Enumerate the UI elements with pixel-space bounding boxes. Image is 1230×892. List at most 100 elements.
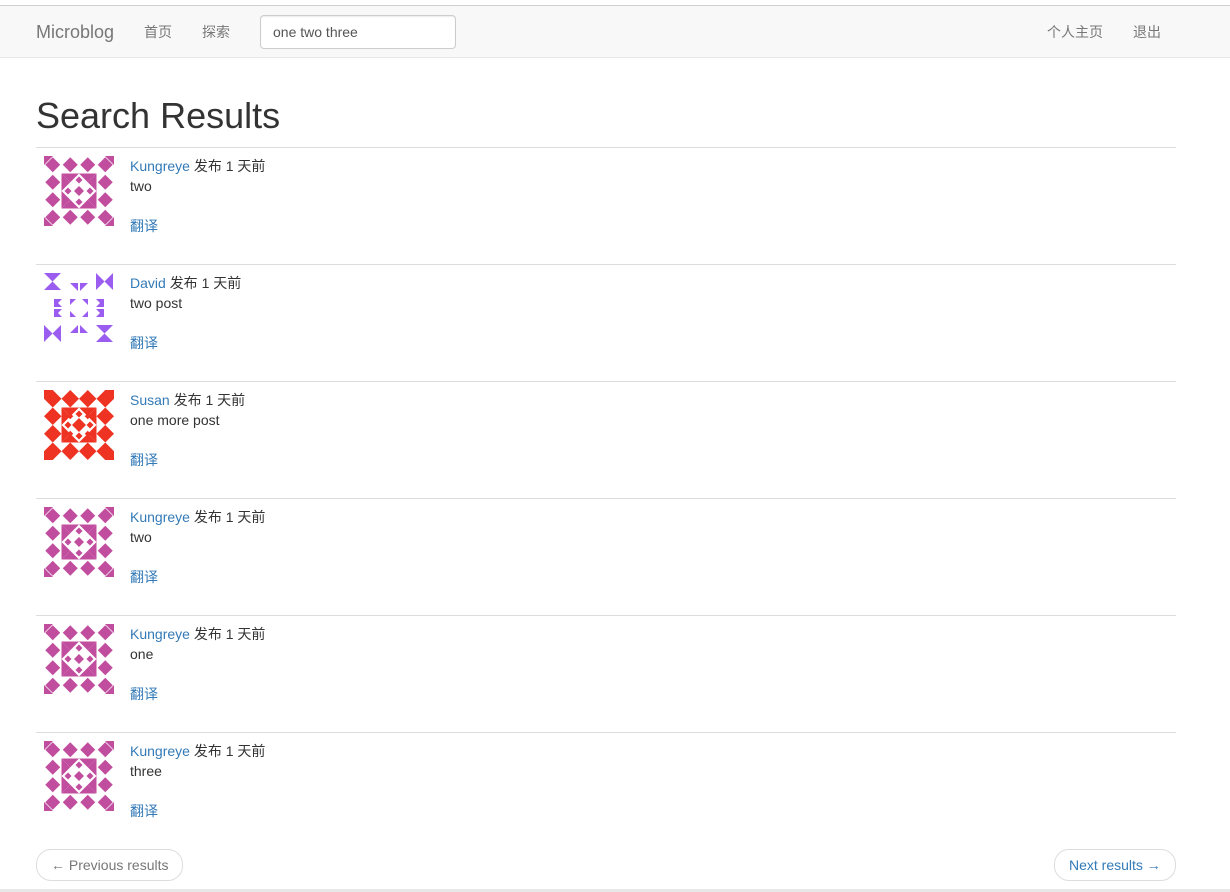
- nav-explore-link[interactable]: 探索: [202, 22, 230, 42]
- post-author-link[interactable]: Kungreye: [130, 743, 190, 759]
- avatar-diamond: [80, 157, 96, 173]
- translate-link[interactable]: 翻译: [130, 684, 158, 704]
- avatar-diamond: [80, 794, 96, 810]
- avatar-diamond: [97, 777, 113, 793]
- avatar-diamond: [97, 525, 113, 541]
- avatar-diamond: [75, 549, 83, 557]
- avatar-diamond: [86, 655, 94, 663]
- avatar-diamond: [44, 407, 62, 425]
- avatar-diamond: [96, 425, 114, 443]
- avatar-diamond: [75, 198, 83, 206]
- post-timestamp: 发布 1 天前: [173, 392, 246, 408]
- avatar-diamond: [62, 742, 78, 758]
- avatar-triangle: [52, 325, 61, 342]
- post-item: Susan 发布 1 天前 one more post 翻译: [36, 381, 1176, 498]
- translate-link[interactable]: 翻译: [130, 333, 158, 353]
- avatar-diamond: [62, 560, 78, 576]
- post-body: two: [130, 178, 152, 194]
- avatar-diamond: [74, 537, 84, 547]
- avatar-diamond: [97, 759, 113, 775]
- avatar-triangle: [80, 325, 88, 333]
- avatar-diamond: [96, 407, 114, 425]
- post-item: Kungreye 发布 1 天前 two 翻译: [36, 147, 1176, 264]
- avatar-diamond: [75, 432, 83, 440]
- avatar-diamond: [75, 644, 83, 652]
- post-author-link[interactable]: Kungreye: [130, 509, 190, 525]
- avatar-diamond: [79, 442, 97, 460]
- search-input[interactable]: [260, 15, 456, 49]
- user-avatar[interactable]: [44, 741, 114, 811]
- post-author-link[interactable]: Kungreye: [130, 158, 190, 174]
- avatar-triangle: [44, 281, 61, 290]
- post-header: Kungreye 发布 1 天前: [130, 507, 265, 527]
- avatar-triangle: [104, 273, 113, 290]
- avatar-diamond: [61, 390, 79, 408]
- avatar-diamond: [97, 642, 113, 658]
- avatar-triangle: [70, 299, 76, 305]
- avatar-diamond: [62, 508, 78, 524]
- user-avatar[interactable]: [44, 624, 114, 694]
- translate-link[interactable]: 翻译: [130, 216, 158, 236]
- avatar-diamond: [74, 186, 84, 196]
- user-avatar[interactable]: [44, 390, 114, 460]
- previous-results-button[interactable]: ← Previous results: [36, 849, 184, 881]
- avatar-diamond: [75, 176, 83, 184]
- post-body: two post: [130, 295, 183, 311]
- post-body: one: [130, 646, 154, 662]
- post-body: one more post: [130, 412, 220, 428]
- avatar-diamond: [62, 794, 78, 810]
- post-body: three: [130, 763, 162, 779]
- avatar-diamond: [79, 390, 97, 408]
- avatar-diamond: [45, 543, 61, 559]
- avatar-triangle: [70, 283, 78, 291]
- avatar-diamond: [75, 527, 83, 535]
- avatar-diamond: [80, 508, 96, 524]
- page-title: Search Results: [36, 95, 281, 136]
- avatar-diamond: [97, 174, 113, 190]
- avatar-triangle: [82, 299, 88, 305]
- post-item: Kungreye 发布 1 天前 one 翻译: [36, 615, 1176, 732]
- avatar-diamond: [86, 772, 94, 780]
- next-results-button[interactable]: Next results →: [1054, 849, 1176, 881]
- translate-link[interactable]: 翻译: [130, 450, 158, 470]
- avatar-diamond: [62, 209, 78, 225]
- translate-link[interactable]: 翻译: [130, 801, 158, 821]
- user-avatar[interactable]: [44, 156, 114, 226]
- post-item: David 发布 1 天前 two post 翻译: [36, 264, 1176, 381]
- brand-link[interactable]: Microblog: [36, 20, 114, 44]
- avatar-diamond: [44, 425, 62, 443]
- avatar-diamond: [64, 421, 72, 429]
- nav-logout-link[interactable]: 退出: [1133, 22, 1161, 42]
- post-author-link[interactable]: Kungreye: [130, 626, 190, 642]
- avatar-triangle: [96, 325, 113, 334]
- avatar-triangle: [96, 273, 105, 290]
- avatar-diamond: [97, 192, 113, 208]
- avatar-diamond: [75, 410, 83, 418]
- avatar-diamond: [80, 560, 96, 576]
- avatar-diamond: [45, 642, 61, 658]
- post-timestamp: 发布 1 天前: [193, 743, 266, 759]
- avatar-triangle: [44, 273, 61, 282]
- translate-link[interactable]: 翻译: [130, 567, 158, 587]
- post-header: Kungreye 发布 1 天前: [130, 741, 265, 761]
- nav-profile-link[interactable]: 个人主页: [1047, 22, 1103, 42]
- avatar-diamond: [80, 209, 96, 225]
- user-avatar[interactable]: [44, 273, 114, 343]
- avatar-diamond: [64, 655, 72, 663]
- avatar-diamond: [97, 660, 113, 676]
- avatar-diamond: [45, 174, 61, 190]
- avatar-triangle: [96, 333, 113, 342]
- avatar-triangle: [70, 311, 76, 317]
- post-author-link[interactable]: David: [130, 275, 166, 291]
- avatar-diamond: [80, 742, 96, 758]
- post-timestamp: 发布 1 天前: [193, 158, 266, 174]
- avatar-diamond: [86, 187, 94, 195]
- avatar-diamond: [45, 759, 61, 775]
- avatar-diamond: [75, 666, 83, 674]
- avatar-diamond: [86, 421, 94, 429]
- avatar-diamond: [62, 677, 78, 693]
- post-author-link[interactable]: Susan: [130, 392, 170, 408]
- avatar-diamond: [97, 543, 113, 559]
- nav-home-link[interactable]: 首页: [144, 22, 172, 42]
- user-avatar[interactable]: [44, 507, 114, 577]
